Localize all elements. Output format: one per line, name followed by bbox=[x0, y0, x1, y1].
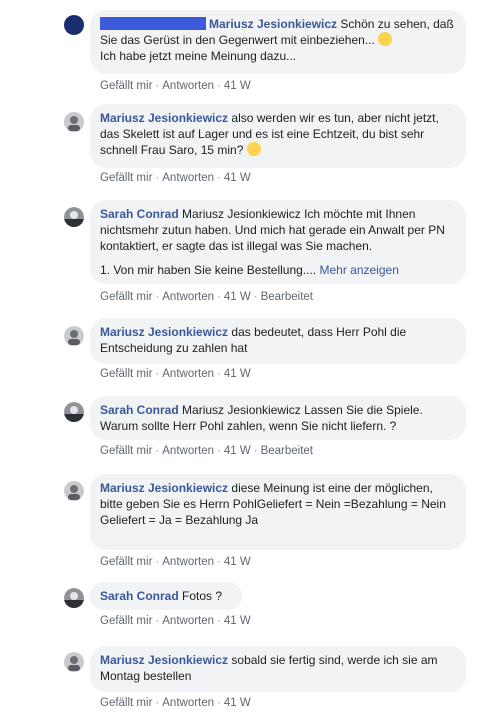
comment-author[interactable]: Sarah Conrad bbox=[100, 403, 179, 417]
timestamp[interactable]: 41 W bbox=[224, 556, 251, 568]
avatar[interactable] bbox=[64, 588, 84, 608]
comment-author[interactable]: Mariusz Jesionkiewicz bbox=[100, 111, 228, 125]
edited-label[interactable]: Bearbeitet bbox=[261, 291, 313, 303]
like-link[interactable]: Gefällt mir bbox=[100, 556, 152, 568]
comment-text: 1. Von mir haben Sie keine Bestellung...… bbox=[100, 263, 317, 277]
comment-actions: Gefällt mir · Antworten · 41 W bbox=[100, 80, 251, 92]
redacted-name bbox=[100, 17, 206, 30]
thinking-face-emoji-icon bbox=[378, 32, 393, 46]
comment-bubble: Mariusz Jesionkiewicz Schön zu sehen, da… bbox=[90, 10, 466, 74]
edited-label[interactable]: Bearbeitet bbox=[261, 445, 313, 457]
like-link[interactable]: Gefällt mir bbox=[100, 368, 152, 380]
comment-author[interactable]: Sarah Conrad bbox=[100, 207, 179, 221]
avatar[interactable] bbox=[64, 652, 84, 672]
timestamp[interactable]: 41 W bbox=[224, 291, 251, 303]
like-link[interactable]: Gefällt mir bbox=[100, 291, 152, 303]
comment-bubble: Mariusz Jesionkiewicz sobald sie fertig … bbox=[90, 646, 466, 692]
comment-bubble: Mariusz Jesionkiewicz das bedeutet, dass… bbox=[90, 318, 466, 364]
comment-actions: Gefällt mir · Antworten · 41 W · Bearbeitet bbox=[100, 291, 313, 303]
like-link[interactable]: Gefällt mir bbox=[100, 615, 152, 627]
reply-link[interactable]: Antworten bbox=[162, 291, 214, 303]
reply-link[interactable]: Antworten bbox=[162, 368, 214, 380]
comment-actions: Gefällt mir · Antworten · 41 W bbox=[100, 615, 251, 627]
like-link[interactable]: Gefällt mir bbox=[100, 445, 152, 457]
comment-actions: Gefällt mir · Antworten · 41 W · Bearbeitet bbox=[100, 445, 313, 457]
avatar[interactable] bbox=[64, 481, 84, 501]
comment-author[interactable]: Sarah Conrad bbox=[100, 589, 179, 603]
comment-bubble: Sarah Conrad Mariusz Jesionkiewicz Ich m… bbox=[90, 200, 466, 284]
comment-author[interactable]: Mariusz Jesionkiewicz bbox=[100, 325, 228, 339]
avatar[interactable] bbox=[64, 207, 84, 227]
comment-bubble: Mariusz Jesionkiewicz also werden wir es… bbox=[90, 104, 466, 168]
comment-bubble: Sarah Conrad Fotos ? bbox=[90, 582, 242, 610]
comment-author[interactable]: Mariusz Jesionkiewicz bbox=[209, 17, 337, 31]
comment-text: Fotos ? bbox=[182, 589, 223, 603]
comment-text: Geliefert = Ja = Bezahlung Ja bbox=[100, 513, 259, 527]
avatar[interactable] bbox=[64, 15, 84, 35]
comment-actions: Gefällt mir · Antworten · 41 W bbox=[100, 697, 251, 709]
reply-link[interactable]: Antworten bbox=[162, 615, 214, 627]
comment-text: Ich habe jetzt meine Meinung dazu... bbox=[100, 49, 297, 63]
reply-link[interactable]: Antworten bbox=[162, 445, 214, 457]
comment-actions: Gefällt mir · Antworten · 41 W bbox=[100, 556, 251, 568]
avatar-icon bbox=[64, 588, 84, 608]
comment-actions: Gefällt mir · Antworten · 41 W bbox=[100, 368, 251, 380]
avatar[interactable] bbox=[64, 326, 84, 346]
timestamp[interactable]: 41 W bbox=[224, 615, 251, 627]
like-link[interactable]: Gefällt mir bbox=[100, 697, 152, 709]
avatar-icon bbox=[64, 207, 84, 227]
avatar[interactable] bbox=[64, 112, 84, 132]
comment-actions: Gefällt mir · Antworten · 41 W bbox=[100, 172, 251, 184]
reply-link[interactable]: Antworten bbox=[162, 697, 214, 709]
smiling-face-emoji-icon bbox=[246, 142, 261, 156]
reply-link[interactable]: Antworten bbox=[162, 172, 214, 184]
avatar-icon bbox=[64, 652, 84, 672]
reply-link[interactable]: Antworten bbox=[162, 556, 214, 568]
comment-author[interactable]: Mariusz Jesionkiewicz bbox=[100, 481, 228, 495]
reply-link[interactable]: Antworten bbox=[162, 80, 214, 92]
timestamp[interactable]: 41 W bbox=[224, 445, 251, 457]
comment-bubble: Sarah Conrad Mariusz Jesionkiewicz Lasse… bbox=[90, 396, 466, 440]
timestamp[interactable]: 41 W bbox=[224, 368, 251, 380]
avatar-icon bbox=[64, 326, 84, 346]
comment-author[interactable]: Mariusz Jesionkiewicz bbox=[100, 653, 228, 667]
comment-bubble: Mariusz Jesionkiewicz diese Meinung ist … bbox=[90, 474, 466, 550]
avatar-icon bbox=[64, 402, 84, 422]
see-more-link[interactable]: Mehr anzeigen bbox=[319, 263, 398, 277]
avatar[interactable] bbox=[64, 402, 84, 422]
timestamp[interactable]: 41 W bbox=[224, 80, 251, 92]
timestamp[interactable]: 41 W bbox=[224, 697, 251, 709]
like-link[interactable]: Gefällt mir bbox=[100, 172, 152, 184]
avatar-icon bbox=[64, 112, 84, 132]
like-link[interactable]: Gefällt mir bbox=[100, 80, 152, 92]
timestamp[interactable]: 41 W bbox=[224, 172, 251, 184]
avatar-icon bbox=[64, 481, 84, 501]
